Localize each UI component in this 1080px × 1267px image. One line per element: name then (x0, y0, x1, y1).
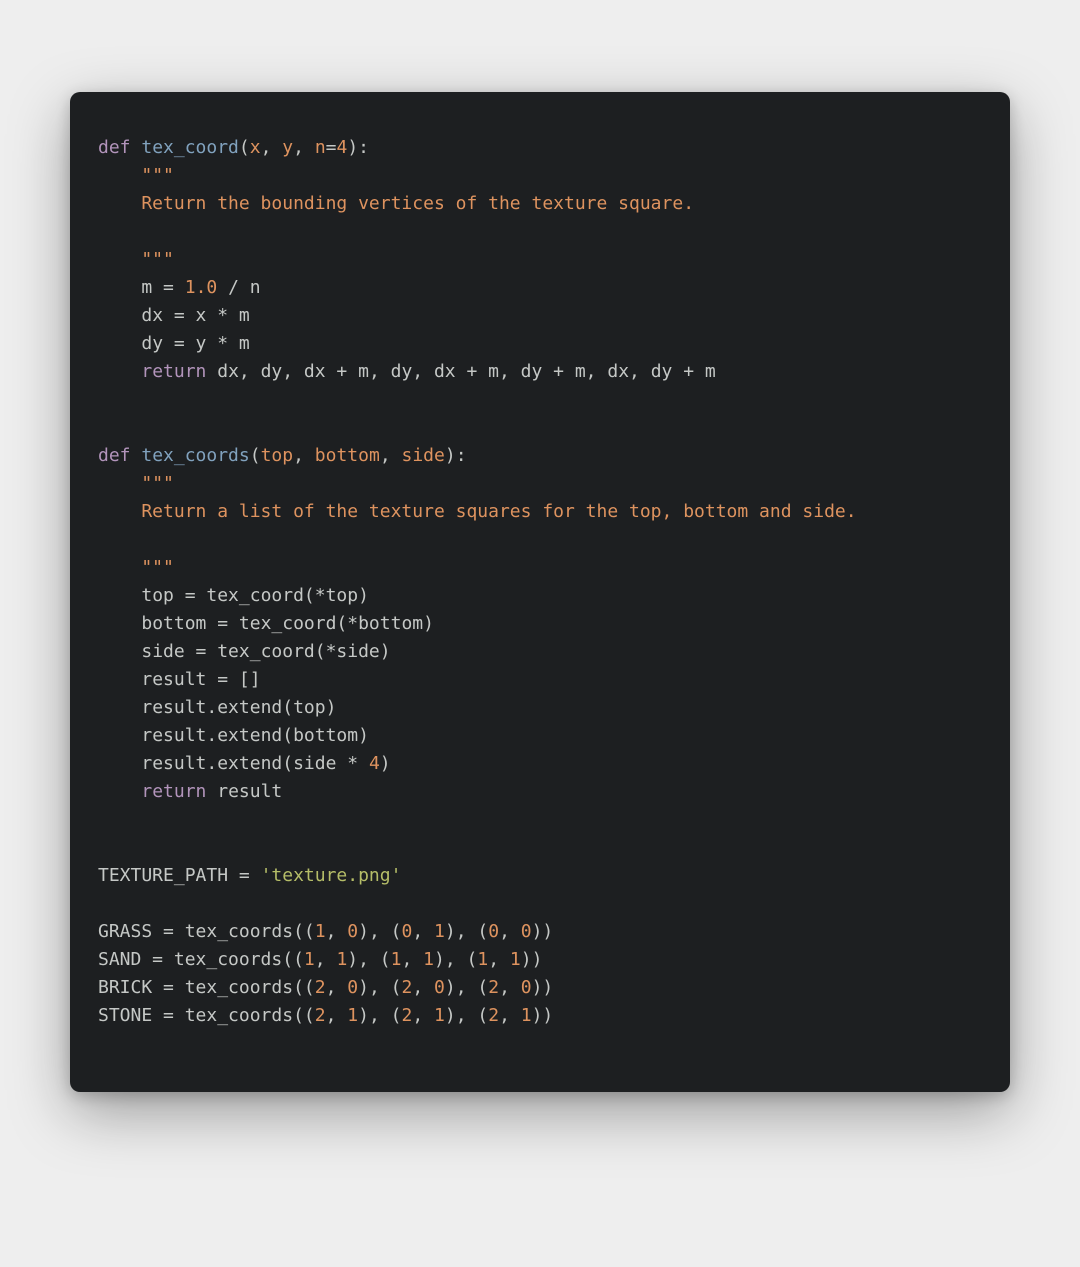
code-line: result.extend(top) (141, 697, 336, 718)
docstring-text: Return the bounding vertices of the text… (98, 193, 694, 214)
number: 0 (488, 921, 499, 942)
number: 2 (401, 1005, 412, 1026)
code-line: result.extend(bottom) (141, 725, 369, 746)
return-expression: dx, dy, dx + m, dy, dx + m, dy + m, dx, … (206, 361, 715, 382)
number: 1 (434, 1005, 445, 1026)
code-line: side = tex_coord(*side) (141, 641, 390, 662)
number: 1 (304, 949, 315, 970)
param-top: top (261, 445, 294, 466)
keyword-def: def (98, 445, 131, 466)
assignment: SAND = tex_coords(( (98, 949, 304, 970)
code-block: def tex_coord(x, y, n=4): """ Return the… (98, 134, 982, 1030)
param-n: n (315, 137, 326, 158)
docstring-text: Return a list of the texture squares for… (98, 501, 857, 522)
code-line: ) (380, 753, 391, 774)
number: 1 (477, 949, 488, 970)
code-line: result.extend(side * (141, 753, 369, 774)
assignment: STONE = tex_coords(( (98, 1005, 315, 1026)
number: 0 (347, 921, 358, 942)
code-line: bottom = tex_coord(*bottom) (141, 613, 434, 634)
number: 1 (510, 949, 521, 970)
docstring-open: """ (141, 165, 174, 186)
paren-open: ( (239, 137, 250, 158)
operator: = (163, 277, 185, 298)
number: 0 (434, 977, 445, 998)
number: 1 (391, 949, 402, 970)
assignment: BRICK = tex_coords(( (98, 977, 315, 998)
number: 1 (315, 921, 326, 942)
number: 0 (521, 977, 532, 998)
number: 2 (488, 1005, 499, 1026)
number: 2 (401, 977, 412, 998)
code-card: def tex_coord(x, y, n=4): """ Return the… (70, 92, 1010, 1092)
comma: , (293, 137, 315, 158)
assignment: GRASS = tex_coords(( (98, 921, 315, 942)
number: 0 (347, 977, 358, 998)
code-line: m (141, 277, 163, 298)
docstring-close: """ (98, 249, 174, 270)
comma: , (293, 445, 315, 466)
function-name: tex_coords (141, 445, 249, 466)
number: 1 (521, 1005, 532, 1026)
docstring-close: """ (98, 557, 174, 578)
keyword-return: return (141, 781, 206, 802)
param-bottom: bottom (315, 445, 380, 466)
number: 1 (434, 921, 445, 942)
code-line: top = tex_coord(*top) (141, 585, 369, 606)
number: 1 (423, 949, 434, 970)
assignment: TEXTURE_PATH = (98, 865, 261, 886)
number: 2 (315, 977, 326, 998)
number: 2 (488, 977, 499, 998)
number: 1.0 (185, 277, 218, 298)
number: 1 (336, 949, 347, 970)
paren-close: ): (445, 445, 467, 466)
docstring-open: """ (141, 473, 174, 494)
equals: = (326, 137, 337, 158)
paren-close: ): (347, 137, 369, 158)
number: 1 (347, 1005, 358, 1026)
number: 0 (401, 921, 412, 942)
comma: , (261, 137, 283, 158)
code-line: / n (217, 277, 260, 298)
code-line: dx = x * m (141, 305, 249, 326)
string-literal: 'texture.png' (261, 865, 402, 886)
keyword-def: def (98, 137, 131, 158)
return-expression: result (206, 781, 282, 802)
number: 2 (315, 1005, 326, 1026)
number: 0 (521, 921, 532, 942)
code-line: dy = y * m (141, 333, 249, 354)
number: 4 (369, 753, 380, 774)
param-n-default: 4 (337, 137, 348, 158)
comma: , (380, 445, 402, 466)
paren-open: ( (250, 445, 261, 466)
param-y: y (282, 137, 293, 158)
function-name: tex_coord (141, 137, 239, 158)
param-x: x (250, 137, 261, 158)
keyword-return: return (141, 361, 206, 382)
param-side: side (402, 445, 445, 466)
code-line: result = [] (141, 669, 260, 690)
